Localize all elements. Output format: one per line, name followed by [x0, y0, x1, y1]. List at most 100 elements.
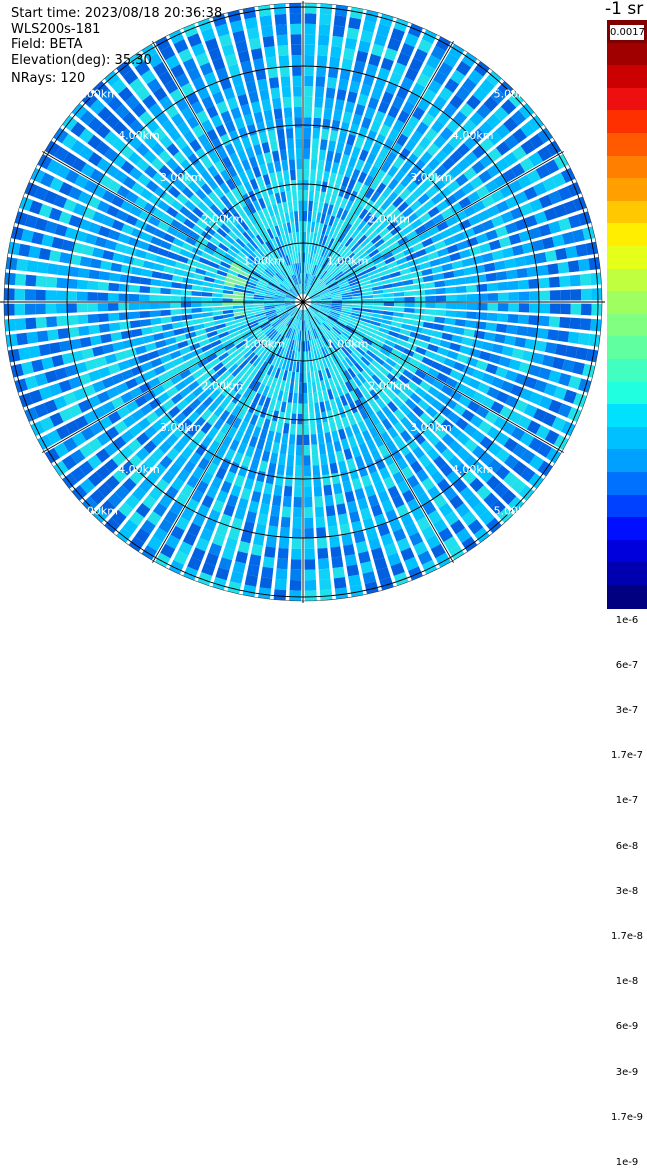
- beta-gate-cell: [202, 312, 213, 318]
- beta-gate-cell: [181, 314, 193, 321]
- beta-gate-cell: [173, 268, 185, 276]
- beta-gate-cell: [261, 493, 272, 505]
- beta-gate-cell: [307, 221, 311, 232]
- beta-gate-cell: [329, 172, 337, 184]
- beta-gate-cell: [303, 361, 307, 373]
- beta-gate-cell: [212, 288, 224, 294]
- beta-gate-cell: [338, 163, 347, 176]
- beta-gate-cell: [319, 13, 332, 26]
- beta-gate-cell: [303, 434, 310, 446]
- beta-gate-cell: [47, 329, 59, 341]
- beta-gate-cell: [292, 200, 298, 212]
- beta-gate-cell: [318, 568, 331, 580]
- beta-gate-cell: [322, 118, 331, 130]
- beta-gate-cell: [245, 445, 255, 458]
- beta-gate-cell: [57, 328, 70, 340]
- colorbar-tick-label: 6e-7: [610, 657, 644, 673]
- range-ring-label: 4.00km: [452, 463, 494, 476]
- beta-gate-cell: [173, 328, 185, 336]
- beta-gate-cell: [88, 269, 100, 280]
- beta-gate-cell: [112, 341, 125, 352]
- beta-gate-cell: [292, 507, 302, 518]
- beta-gate-cell: [453, 326, 465, 336]
- beta-gate-cell: [435, 295, 447, 302]
- beta-gate-cell: [304, 579, 317, 591]
- colorbar-swatch: 1.7e-8: [607, 472, 647, 944]
- beta-gate-cell: [310, 423, 317, 435]
- beta-gate-cell: [273, 484, 283, 496]
- beta-gate-cell: [497, 281, 509, 291]
- beta-gate-cell: [333, 577, 347, 589]
- beta-gate-cell: [81, 244, 95, 256]
- beta-gate-cell: [575, 243, 588, 257]
- beta-gate-cell: [295, 221, 299, 232]
- beta-gate-cell: [175, 261, 187, 270]
- beta-gate-cell: [506, 324, 518, 335]
- beta-gate-cell: [316, 422, 323, 434]
- beta-gate-cell: [271, 442, 280, 454]
- beta-gate-cell: [202, 316, 214, 323]
- beta-gate-cell: [334, 4, 349, 17]
- beta-gate-cell: [578, 332, 590, 346]
- beta-gate-cell: [424, 288, 436, 295]
- beta-gate-cell: [324, 494, 334, 507]
- beta-gate-cell: [313, 201, 319, 212]
- beta-gate-cell: [449, 342, 462, 352]
- beta-gate-cell: [290, 179, 297, 191]
- beta-gate-cell: [392, 281, 404, 288]
- beta-gate-cell: [245, 80, 257, 94]
- beta-gate-cell: [191, 307, 202, 314]
- beta-gate-cell: [329, 420, 337, 432]
- beta-gate-cell: [122, 339, 135, 349]
- beta-gate-cell: [180, 302, 192, 308]
- beta-gate-cell: [316, 55, 328, 67]
- beta-gate-cell: [14, 273, 27, 286]
- beta-gate-cell: [314, 96, 324, 108]
- beta-gate-cell: [305, 242, 309, 253]
- beta-gate-cell: [313, 475, 322, 487]
- beta-gate-cell: [567, 260, 580, 273]
- beta-gate-cell: [352, 296, 363, 300]
- beta-gate-cell: [139, 294, 150, 302]
- beta-gate-cell: [289, 13, 302, 25]
- beta-gate-cell: [92, 247, 105, 259]
- beta-gate-cell: [332, 566, 345, 579]
- beta-gate-cell: [294, 211, 299, 222]
- beta-gate-cell: [538, 315, 550, 327]
- beta-gate-cell: [324, 431, 332, 444]
- beta-gate-cell: [514, 337, 527, 348]
- beta-gate-cell: [481, 252, 494, 263]
- beta-gate-cell: [292, 232, 297, 243]
- beta-gate-cell: [382, 288, 394, 294]
- beta-gate-cell: [56, 315, 68, 327]
- beta-gate-cell: [243, 302, 254, 305]
- beta-gate-cell: [304, 528, 314, 539]
- beta-gate-cell: [511, 348, 525, 360]
- beta-gate-cell: [283, 485, 293, 497]
- beta-gate-cell: [319, 578, 332, 591]
- beta-gate-cell: [340, 470, 350, 483]
- beta-gate-cell: [285, 128, 294, 139]
- beta-gate-cell: [362, 305, 374, 309]
- beta-gate-cell: [259, 89, 270, 101]
- range-ring-label: 5.00km: [76, 505, 118, 518]
- colorbar-units-title: -1 sr: [605, 0, 644, 19]
- beta-gate-cell: [346, 133, 356, 146]
- beta-gate-cell: [308, 190, 315, 201]
- beta-gate-cell: [538, 277, 550, 289]
- beta-gate-cell: [394, 297, 405, 302]
- beta-gate-cell: [315, 76, 326, 88]
- beta-gate-cell: [446, 244, 459, 254]
- beta-gate-cell: [257, 513, 268, 526]
- beta-gate-cell: [290, 413, 297, 425]
- beta-gate-cell: [246, 468, 257, 481]
- range-ring-label: 5.00km: [494, 87, 536, 100]
- beta-gate-cell: [281, 86, 292, 98]
- beta-gate-cell: [329, 462, 339, 474]
- beta-gate-cell: [549, 290, 561, 301]
- beta-gate-cell: [402, 279, 414, 286]
- beta-gate-cell: [346, 500, 358, 513]
- beta-gate-cell: [299, 231, 303, 243]
- colorbar-swatch: 0.0003: [607, 87, 647, 176]
- beta-gate-cell: [277, 547, 289, 559]
